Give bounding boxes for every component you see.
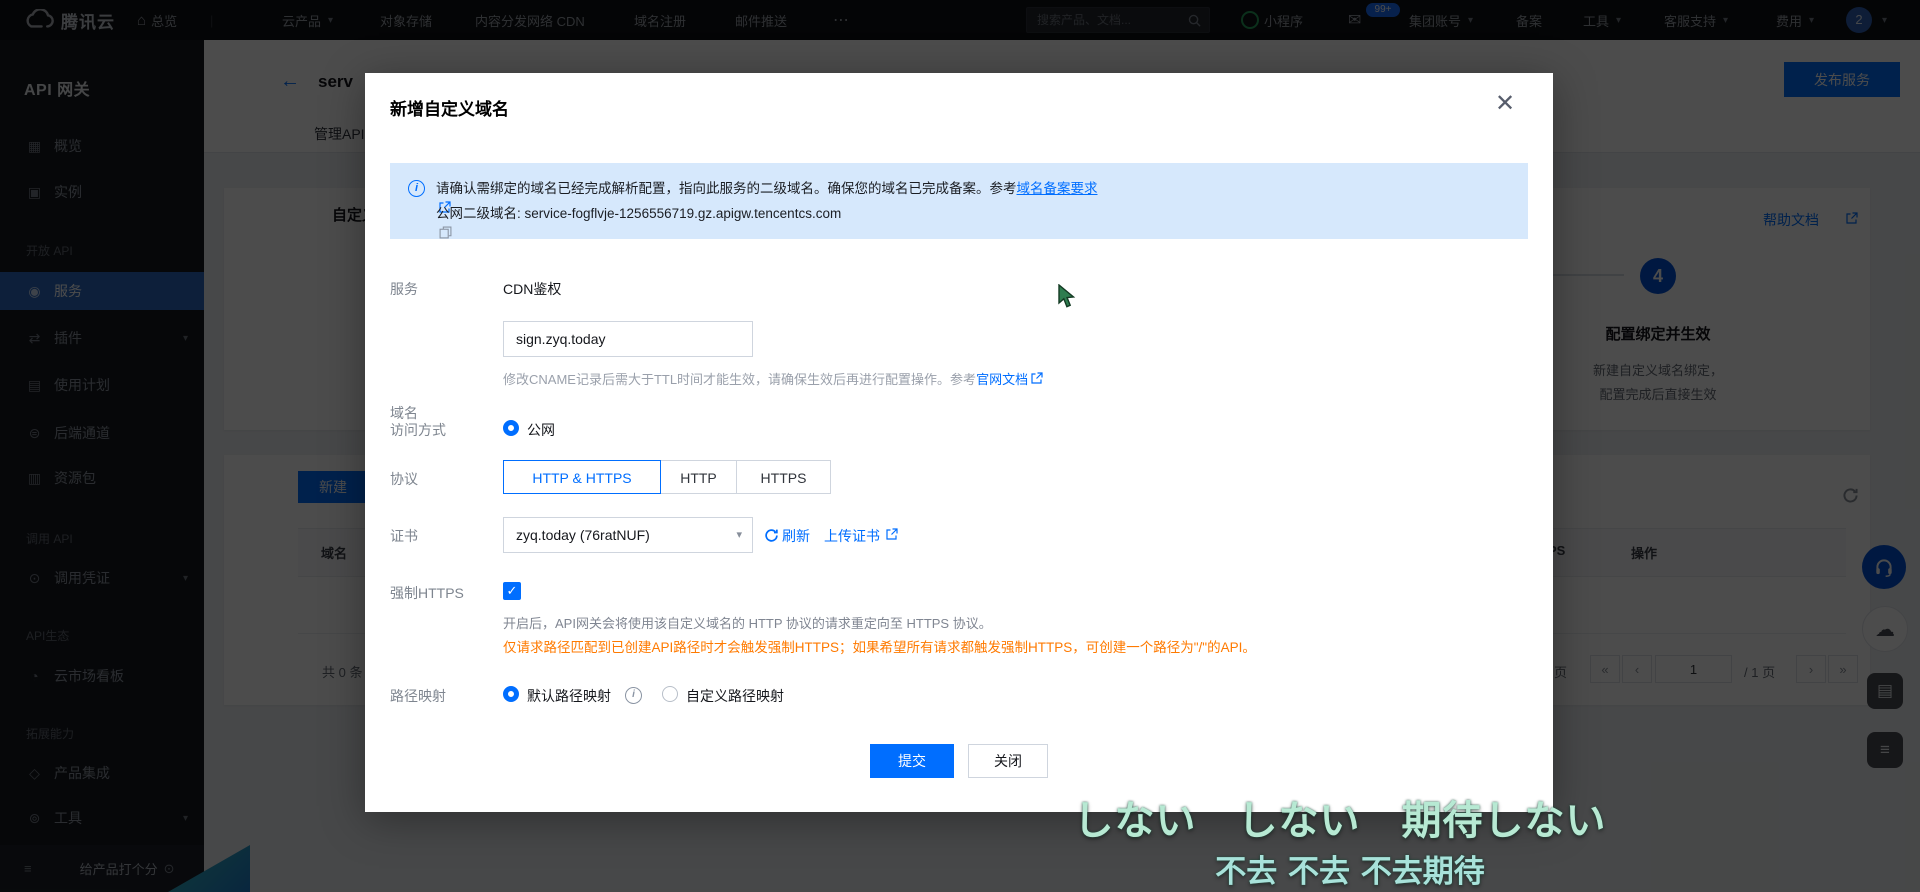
submit-button[interactable]: 提交 — [870, 744, 954, 778]
path-default-radio[interactable] — [503, 686, 519, 702]
path-default-label: 默认路径映射 — [527, 688, 611, 704]
service-value: CDN鉴权 — [503, 281, 562, 297]
access-mode-label: 访问方式 — [390, 422, 446, 438]
force-https-label: 强制HTTPS — [390, 585, 464, 601]
banner-text-1: 请确认需绑定的域名已经完成解析配置，指向此服务的二级域名。确保您的域名已完成备案… — [436, 181, 1017, 196]
certificate-label: 证书 — [390, 528, 418, 544]
upload-cert-link[interactable]: 上传证书 — [824, 526, 880, 546]
mouse-cursor — [1056, 284, 1078, 310]
subtitle-line-japanese: しない しない 期待しない — [1073, 798, 1607, 844]
path-custom-label: 自定义路径映射 — [686, 688, 784, 704]
external-link-icon — [1028, 372, 1043, 384]
domain-hint-text: 修改CNAME记录后需大于TTL时间才能生效，请确保生效后再进行配置操作。参考 — [503, 372, 977, 387]
subtitle-line-chinese: 不去 不去 不去期待 — [1215, 854, 1485, 890]
close-icon[interactable]: ✕ — [1495, 89, 1515, 118]
access-public-radio[interactable] — [503, 420, 519, 436]
protocol-option-https[interactable]: HTTPS — [736, 460, 831, 494]
path-mapping-label: 路径映射 — [390, 688, 446, 704]
dialog-title: 新增自定义域名 — [390, 100, 509, 119]
protocol-label: 协议 — [390, 471, 418, 487]
info-icon: i — [408, 180, 425, 197]
refresh-cert-link[interactable]: 刷新 — [782, 526, 810, 546]
force-https-desc: 开启后，API网关会将使用该自定义域名的 HTTP 协议的请求重定向至 HTTP… — [503, 616, 992, 631]
path-custom-radio[interactable] — [662, 686, 678, 702]
subdomain-value: service-fogflvje-1256556719.gz.apigw.ten… — [524, 206, 842, 221]
domain-input[interactable] — [503, 321, 753, 357]
path-default-info-icon[interactable]: i — [625, 687, 642, 704]
certificate-value: zyq.today (76ratNUF) — [516, 527, 650, 543]
icp-requirement-link[interactable]: 域名备案要求 — [1017, 181, 1098, 196]
service-label: 服务 — [390, 281, 418, 297]
subdomain-label: 公网二级域名: — [436, 206, 525, 221]
protocol-option-http-https[interactable]: HTTP & HTTPS — [503, 460, 661, 494]
domain-hint: 修改CNAME记录后需大于TTL时间才能生效，请确保生效后再进行配置操作。参考官… — [503, 369, 1043, 388]
force-https-warning: 仅请求路径匹配到已创建API路径时才会触发强制HTTPS；如果希望所有请求都触发… — [503, 640, 1256, 655]
refresh-cert-icon[interactable] — [764, 526, 779, 543]
copy-icon[interactable] — [436, 226, 841, 239]
certificate-select[interactable]: zyq.today (76ratNUF) ▾ — [503, 517, 753, 553]
official-doc-link[interactable]: 官网文档 — [976, 372, 1028, 387]
access-public-label: 公网 — [527, 422, 555, 438]
protocol-segmented-control: HTTP & HTTPS HTTP HTTPS — [503, 460, 831, 494]
force-https-checkbox[interactable]: ✓ — [503, 582, 521, 600]
chevron-down-icon: ▾ — [736, 529, 742, 541]
close-button[interactable]: 关闭 — [968, 744, 1048, 778]
info-banner: i 请确认需绑定的域名已经完成解析配置，指向此服务的二级域名。确保您的域名已完成… — [390, 163, 1528, 239]
add-custom-domain-dialog: 新增自定义域名 ✕ i 请确认需绑定的域名已经完成解析配置，指向此服务的二级域名… — [365, 73, 1553, 812]
external-link-icon — [886, 528, 898, 540]
protocol-option-http[interactable]: HTTP — [660, 460, 737, 494]
